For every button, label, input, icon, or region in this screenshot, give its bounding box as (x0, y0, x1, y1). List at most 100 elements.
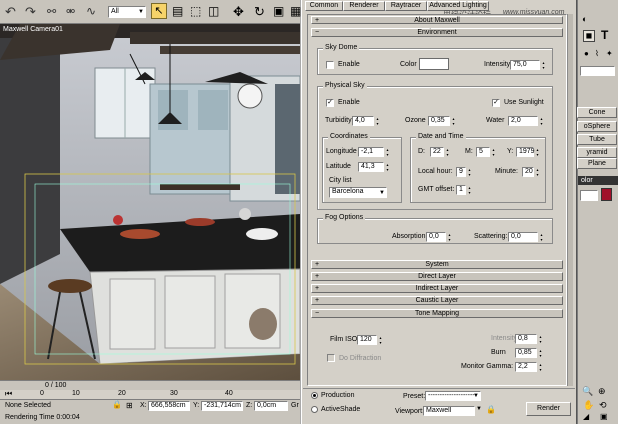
zoom-icon[interactable]: 🔍 (582, 386, 593, 397)
viewport-dropdown-arrow-icon[interactable]: ▼ (476, 406, 482, 412)
render-button[interactable]: Render (526, 402, 571, 416)
tone-intensity-spinner-icon[interactable]: ▴ ▾ (538, 334, 543, 344)
tube-button[interactable]: Tube (577, 134, 617, 145)
rollout-system[interactable]: + System (311, 260, 563, 269)
pyramid-button[interactable]: yramid (577, 147, 617, 158)
zoom-all-icon[interactable]: ⊕ (598, 386, 606, 397)
day-spinner-icon[interactable]: ▴ ▾ (445, 147, 450, 157)
tab-raytracer[interactable]: Raytracer (385, 1, 427, 11)
reference-coord-icon[interactable]: ▦ (290, 4, 301, 18)
rectangular-selection-icon[interactable]: ⬚ (190, 4, 201, 18)
burn-field[interactable]: 0,85 (515, 348, 537, 358)
selection-filter-dropdown[interactable]: All ▼ (108, 6, 146, 18)
monitor-gamma-field[interactable]: 2,2 (515, 362, 537, 372)
sky-dome-color-swatch[interactable] (419, 58, 449, 70)
rotate-icon[interactable]: ↻ (254, 4, 265, 20)
x-coordinate-field[interactable]: 666,558cm (148, 401, 190, 411)
object-name-field[interactable] (580, 190, 598, 201)
timeline-ruler[interactable]: 0 10 20 30 40 ⏮ (0, 389, 300, 399)
tab-common[interactable]: Common (305, 1, 343, 11)
y-coordinate-field[interactable]: -231,714cm (201, 401, 243, 411)
local-hour-field[interactable]: 9 (456, 167, 466, 177)
select-by-name-icon[interactable]: ▤ (172, 4, 183, 18)
rollout-about[interactable]: + About Maxwell (311, 16, 563, 24)
latitude-field[interactable]: 41,3 (358, 162, 384, 172)
absolute-mode-icon[interactable]: ⊞ (126, 401, 133, 410)
rollout-indirect-layer[interactable]: + Indirect Layer (311, 284, 563, 293)
redo-icon[interactable]: ↷ (25, 4, 36, 20)
move-icon[interactable]: ✥ (233, 4, 244, 20)
orbit-icon[interactable]: ⟲ (599, 400, 607, 411)
modify-tab-icon[interactable]: ◐ (582, 14, 587, 24)
longitude-spinner-icon[interactable]: ▴ ▾ (385, 147, 390, 157)
plane-button[interactable]: Plane (577, 158, 617, 169)
maximize-viewport-icon[interactable]: ▣ (600, 412, 608, 421)
fov-icon[interactable]: ◢ (583, 412, 589, 421)
shapes-icon[interactable]: ⌇ (595, 49, 599, 58)
timeline-icon[interactable]: ⏮ (5, 389, 12, 399)
bind-space-warp-icon[interactable]: ∿ (86, 4, 96, 18)
rollout-environment[interactable]: − Environment (311, 28, 563, 37)
z-coordinate-field[interactable]: 0,0cm (254, 401, 288, 411)
text-tool-icon[interactable]: T (601, 28, 608, 42)
rollout-tone-mapping[interactable]: − Tone Mapping (311, 309, 563, 318)
viewport[interactable]: Maxwell Camera01 (0, 24, 300, 380)
geometry-icon[interactable]: ● (584, 49, 589, 58)
day-field[interactable]: 22 (430, 147, 444, 157)
lights-icon[interactable]: ✦ (606, 49, 613, 58)
panel-scrollbar[interactable] (567, 14, 573, 386)
scattering-field[interactable]: 0,0 (508, 232, 538, 242)
year-field[interactable]: 1979 (516, 147, 535, 157)
tone-intensity-field[interactable]: 0,8 (515, 334, 537, 344)
minute-spinner-icon[interactable]: ▴ ▾ (535, 167, 540, 177)
gmt-offset-field[interactable]: 1 (456, 185, 466, 195)
use-sunlight-checkbox[interactable]: ✓ (492, 99, 500, 107)
year-spinner-icon[interactable]: ▴ ▾ (535, 147, 540, 157)
gmt-offset-spinner-icon[interactable]: ▴ ▾ (467, 185, 472, 195)
absorption-field[interactable]: 0,0 (426, 232, 446, 242)
scattering-spinner-icon[interactable]: ▴ ▾ (539, 232, 544, 242)
water-field[interactable]: 2,0 (508, 116, 538, 126)
window-crossing-icon[interactable]: ◫ (208, 4, 219, 18)
preset-dropdown[interactable]: -------------------- ▼ (425, 391, 481, 401)
do-diffraction-checkbox[interactable] (327, 354, 335, 362)
ozone-spinner-icon[interactable]: ▴ ▾ (451, 116, 456, 126)
activeshade-radio[interactable] (311, 406, 318, 413)
time-slider[interactable]: 0 / 100 (0, 380, 300, 390)
lock-viewport-icon[interactable]: 🔒 (486, 405, 496, 414)
turbidity-spinner-icon[interactable]: ▴ ▾ (375, 116, 380, 126)
select-link-icon[interactable]: ⚯ (47, 5, 56, 18)
city-list-dropdown[interactable]: Barcelona ▼ (329, 187, 387, 198)
undo-icon[interactable]: ↶ (5, 4, 16, 20)
latitude-spinner-icon[interactable]: ▴ ▾ (385, 162, 390, 172)
geosphere-button[interactable]: oSphere (577, 121, 617, 132)
minute-field[interactable]: 20 (522, 167, 534, 177)
unlink-icon[interactable]: ⚮ (66, 5, 75, 18)
film-iso-spinner-icon[interactable]: ▴ ▾ (378, 335, 383, 345)
turbidity-field[interactable]: 4,0 (352, 116, 374, 126)
create-tab-icon[interactable]: ◼ (583, 30, 595, 42)
scale-icon[interactable]: ▣ (273, 4, 284, 18)
production-radio[interactable] (311, 392, 318, 399)
tab-renderer[interactable]: Renderer (343, 1, 385, 11)
object-type-dropdown[interactable] (580, 66, 615, 76)
film-iso-field[interactable]: 120 (357, 335, 377, 345)
viewport-dropdown[interactable]: Maxwell Camera (423, 406, 475, 416)
water-spinner-icon[interactable]: ▴ ▾ (539, 116, 544, 126)
ozone-field[interactable]: 0,35 (428, 116, 450, 126)
monitor-gamma-spinner-icon[interactable]: ▴ ▾ (538, 362, 543, 372)
viewport-label[interactable]: Maxwell Camera01 (3, 26, 63, 33)
object-color-swatch[interactable] (601, 188, 612, 201)
intensity-spinner-icon[interactable]: ▴ ▾ (541, 60, 546, 70)
rollout-caustic-layer[interactable]: + Caustic Layer (311, 296, 563, 305)
local-hour-spinner-icon[interactable]: ▴ ▾ (467, 167, 472, 177)
physical-sky-enable-checkbox[interactable]: ✓ (326, 99, 334, 107)
longitude-field[interactable]: -2,1 (358, 147, 384, 157)
sky-dome-intensity-field[interactable]: 75,0 (510, 60, 540, 70)
absorption-spinner-icon[interactable]: ▴ ▾ (447, 232, 452, 242)
month-spinner-icon[interactable]: ▴ ▾ (491, 147, 496, 157)
select-object-icon[interactable]: ↖ (151, 3, 167, 19)
rollout-direct-layer[interactable]: + Direct Layer (311, 272, 563, 281)
cone-button[interactable]: Cone (577, 107, 617, 118)
lock-icon[interactable]: 🔒 (112, 400, 122, 409)
